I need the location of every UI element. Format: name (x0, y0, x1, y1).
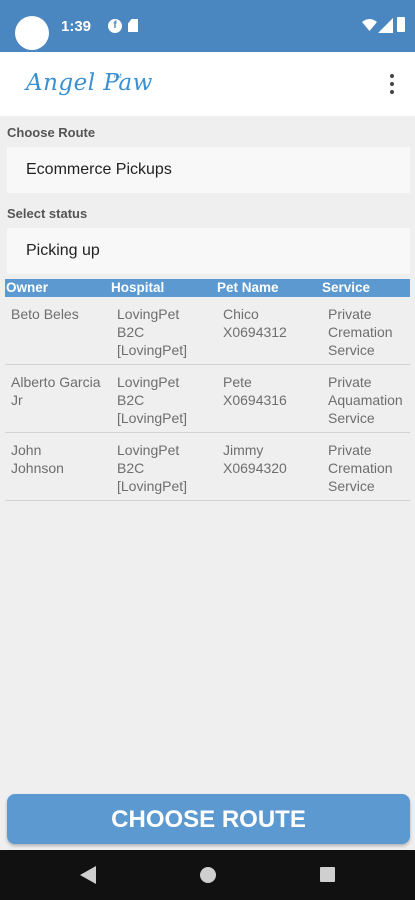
status-value: Picking up (26, 242, 100, 259)
route-select[interactable]: Ecommerce Pickups (7, 147, 410, 193)
home-icon[interactable] (200, 867, 216, 883)
route-label: Choose Route (7, 125, 96, 140)
app-bar: Angel Paw TM (0, 52, 415, 116)
cell-hospital: LovingPet B2C [LovingPet] (117, 442, 188, 494)
signal-icon (378, 18, 393, 33)
cell-service: Private Aquamation Service (328, 374, 403, 426)
cell-service: Private Cremation Service (328, 442, 393, 494)
camera-cutout (15, 16, 49, 50)
status-time: 1:39 (61, 18, 92, 35)
wifi-icon (362, 19, 377, 31)
cell-pet-name: Pete X0694316 (223, 374, 287, 408)
recents-icon[interactable] (320, 867, 335, 882)
cell-pet-name: Jimmy X0694320 (223, 442, 287, 476)
cell-pet-name: Chico X0694312 (223, 306, 287, 340)
column-header-pet-name: Pet Name (217, 280, 279, 295)
status-select[interactable]: Picking up (7, 228, 410, 274)
f-notification-icon: f (108, 19, 122, 33)
table-row[interactable]: Alberto Garcia Jr LovingPet B2C [LovingP… (5, 365, 410, 433)
battery-icon (397, 17, 405, 32)
column-header-owner: Owner (6, 280, 49, 295)
cell-hospital: LovingPet B2C [LovingPet] (117, 306, 188, 358)
navigation-bar (0, 850, 415, 900)
choose-route-button[interactable]: CHOOSE ROUTE (7, 794, 410, 844)
cell-owner: John Johnson (11, 442, 64, 476)
status-bar: 1:39 f (0, 0, 415, 52)
table-header: Owner Hospital Pet Name Service (5, 279, 410, 297)
back-icon[interactable] (80, 866, 96, 884)
status-label: Select status (7, 206, 88, 221)
cell-owner: Beto Beles (11, 306, 79, 322)
table-row[interactable]: John Johnson LovingPet B2C [LovingPet] J… (5, 433, 410, 501)
cell-service: Private Cremation Service (328, 306, 393, 358)
route-value: Ecommerce Pickups (26, 161, 172, 178)
app-logo: Angel Paw (26, 70, 153, 96)
overflow-menu-icon[interactable] (382, 72, 402, 96)
table-row[interactable]: Beto Beles LovingPet B2C [LovingPet] Chi… (5, 297, 410, 365)
cell-owner: Alberto Garcia Jr (11, 374, 101, 408)
sd-card-icon (128, 19, 138, 32)
cell-hospital: LovingPet B2C [LovingPet] (117, 374, 188, 426)
column-header-service: Service (322, 280, 371, 295)
logo-trademark: TM (113, 74, 122, 80)
column-header-hospital: Hospital (111, 280, 165, 295)
